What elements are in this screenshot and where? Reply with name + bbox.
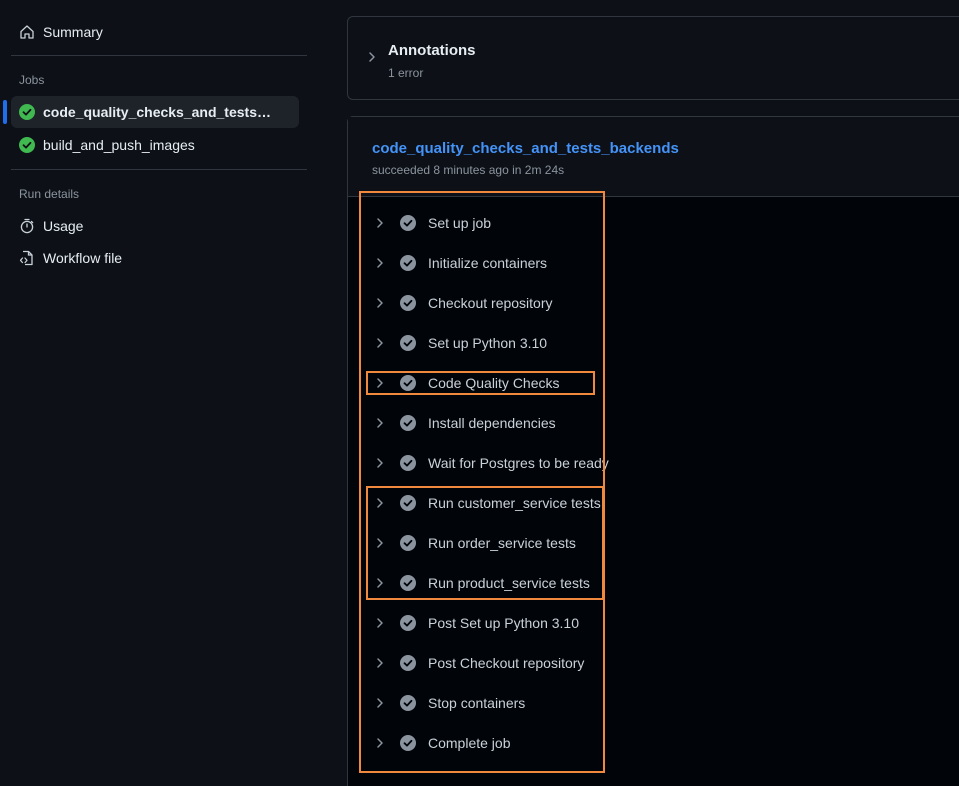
job-step-row[interactable]: Set up Python 3.10 [366, 323, 626, 363]
step-success-icon [400, 735, 416, 751]
job-step-label: Initialize containers [428, 255, 548, 271]
chevron-right-icon[interactable] [374, 217, 386, 229]
chevron-right-icon[interactable] [374, 377, 386, 389]
step-success-icon [400, 295, 416, 311]
job-step-label: Set up job [428, 215, 492, 231]
job-status-text: succeeded 8 minutes ago in 2m 24s [372, 163, 565, 177]
success-check-icon [19, 137, 35, 153]
chevron-right-icon[interactable] [374, 657, 386, 669]
step-success-icon [400, 455, 416, 471]
success-check-icon [19, 104, 35, 120]
job-step-label: Set up Python 3.10 [428, 335, 548, 351]
chevron-right-icon[interactable] [374, 457, 386, 469]
sidebar: Summary Jobs code_quality_checks_and_tes… [0, 0, 320, 786]
jobs-section-title: Jobs [19, 73, 45, 87]
chevron-right-icon[interactable] [374, 537, 386, 549]
step-success-icon [400, 615, 416, 631]
sidebar-item-usage[interactable]: Usage [11, 210, 299, 242]
step-success-icon [400, 495, 416, 511]
run-details-section-title: Run details [19, 187, 80, 201]
step-success-icon [400, 215, 416, 231]
chevron-right-icon[interactable] [374, 257, 386, 269]
chevron-right-icon[interactable] [374, 417, 386, 429]
sidebar-item-workflow-file[interactable]: Workflow file [11, 242, 299, 274]
chevron-right-icon[interactable] [374, 337, 386, 349]
job-step-row[interactable]: Post Checkout repository [366, 643, 626, 683]
step-success-icon [400, 575, 416, 591]
chevron-right-icon[interactable] [366, 51, 378, 63]
job-step-label: Run order_service tests [428, 535, 576, 551]
job-step-label: Install dependencies [428, 415, 556, 431]
job-step-label: Run customer_service tests [428, 495, 601, 511]
annotations-subtitle: 1 error [388, 66, 424, 80]
job-step-row[interactable]: Run order_service tests [366, 523, 626, 563]
step-success-icon [400, 655, 416, 671]
job-step-label: Checkout repository [428, 295, 553, 311]
chevron-right-icon[interactable] [374, 497, 386, 509]
job-step-row[interactable]: Initialize containers [366, 243, 626, 283]
job-step-label: Code Quality Checks [428, 375, 560, 391]
job-step-row[interactable]: Run customer_service tests [366, 483, 626, 523]
chevron-right-icon[interactable] [374, 577, 386, 589]
job-step-row[interactable]: Post Set up Python 3.10 [366, 603, 626, 643]
chevron-right-icon[interactable] [374, 617, 386, 629]
sidebar-item-job[interactable]: build_and_push_images [11, 129, 299, 161]
job-step-row[interactable]: Complete job [366, 723, 626, 763]
chevron-right-icon[interactable] [374, 297, 386, 309]
sidebar-item-label: Usage [43, 218, 84, 234]
job-step-row[interactable]: Code Quality Checks [366, 363, 626, 403]
step-success-icon [400, 535, 416, 551]
job-step-row[interactable]: Stop containers [366, 683, 626, 723]
sidebar-item-label: Workflow file [43, 250, 123, 266]
job-step-label: Stop containers [428, 695, 526, 711]
job-step-label: Post Set up Python 3.10 [428, 615, 579, 631]
sidebar-item-label: Summary [43, 24, 103, 40]
file-code-icon [19, 250, 35, 266]
sidebar-divider [11, 169, 307, 170]
job-header: code_quality_checks_and_tests_backends s… [348, 117, 959, 197]
job-step-row[interactable]: Run product_service tests [366, 563, 626, 603]
job-step-row[interactable]: Wait for Postgres to be ready [366, 443, 626, 483]
step-success-icon [400, 335, 416, 351]
job-title[interactable]: code_quality_checks_and_tests_backends [372, 140, 679, 157]
step-success-icon [400, 695, 416, 711]
job-step-label: Wait for Postgres to be ready [428, 455, 609, 471]
sidebar-item-summary[interactable]: Summary [11, 16, 299, 48]
chevron-right-icon[interactable] [374, 737, 386, 749]
step-success-icon [400, 255, 416, 271]
annotations-panel[interactable]: Annotations 1 error [347, 16, 959, 100]
job-step-label: Run product_service tests [428, 575, 590, 591]
annotations-title: Annotations [388, 42, 476, 59]
step-success-icon [400, 375, 416, 391]
step-success-icon [400, 415, 416, 431]
active-indicator [3, 100, 7, 124]
sidebar-item-label: build_and_push_images [43, 137, 195, 153]
home-icon [19, 24, 35, 40]
job-step-label: Post Checkout repository [428, 655, 585, 671]
job-step-row[interactable]: Set up job [366, 203, 626, 243]
stopwatch-icon [19, 218, 35, 234]
sidebar-item-label: code_quality_checks_and_tests_backends [43, 104, 273, 120]
job-step-row[interactable]: Checkout repository [366, 283, 626, 323]
job-step-label: Complete job [428, 735, 511, 751]
job-step-row[interactable]: Install dependencies [366, 403, 626, 443]
sidebar-divider [11, 55, 307, 56]
sidebar-item-job[interactable]: code_quality_checks_and_tests_backends [11, 96, 299, 128]
chevron-right-icon[interactable] [374, 697, 386, 709]
